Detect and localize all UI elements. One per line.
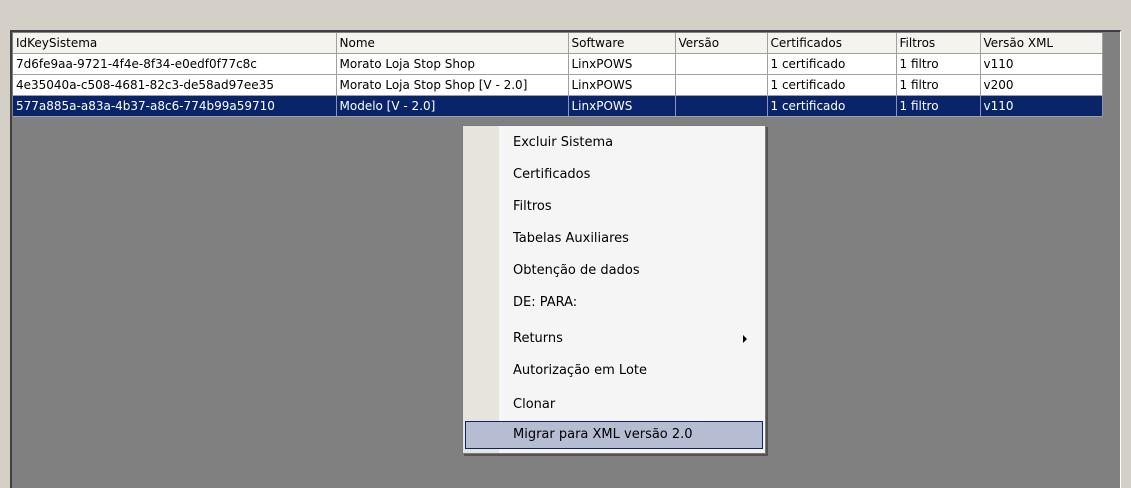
cell-versao-xml[interactable]: v200 — [980, 74, 1103, 96]
cell-idkeysistema[interactable]: 577a885a-a83a-4b37-a8c6-774b99a59710 — [13, 95, 337, 117]
menu-item-clonar[interactable]: Clonar — [465, 391, 763, 419]
menu-item-returns[interactable]: Returns — [465, 325, 763, 353]
window-top-area — [0, 0, 1131, 30]
cell-software[interactable]: LinxPOWS — [568, 95, 676, 117]
context-menu: Excluir Sistema Certificados Filtros Tab… — [462, 125, 766, 454]
cell-idkeysistema[interactable]: 7d6fe9aa-9721-4f4e-8f34-e0edf0f77c8c — [13, 53, 337, 75]
column-header-certificados[interactable]: Certificados — [767, 33, 897, 54]
menu-item-autorizacao-em-lote[interactable]: Autorização em Lote — [465, 357, 763, 385]
cell-filtros[interactable]: 1 filtro — [896, 95, 981, 117]
menu-item-excluir-sistema[interactable]: Excluir Sistema — [465, 129, 763, 157]
menu-item-returns-label: Returns — [513, 331, 563, 346]
cell-nome[interactable]: Morato Loja Stop Shop — [336, 53, 569, 75]
column-header-nome[interactable]: Nome — [336, 33, 569, 54]
cell-nome[interactable]: Modelo [V - 2.0] — [336, 95, 569, 117]
column-header-versao-xml[interactable]: Versão XML — [980, 33, 1103, 54]
cell-certificados[interactable]: 1 certificado — [767, 53, 897, 75]
cell-certificados[interactable]: 1 certificado — [767, 74, 897, 96]
submenu-arrow-icon — [743, 335, 747, 343]
column-header-versao[interactable]: Versão — [675, 33, 768, 54]
column-header-filtros[interactable]: Filtros — [896, 33, 981, 54]
menu-item-migrar-xml[interactable]: Migrar para XML versão 2.0 — [465, 421, 763, 449]
table-row-selected[interactable]: 577a885a-a83a-4b37-a8c6-774b99a59710 Mod… — [13, 95, 1103, 117]
menu-item-filtros[interactable]: Filtros — [465, 193, 763, 221]
cell-idkeysistema[interactable]: 4e35040a-c508-4681-82c3-de58ad97ee35 — [13, 74, 337, 96]
cell-nome[interactable]: Morato Loja Stop Shop [V - 2.0] — [336, 74, 569, 96]
table-row[interactable]: 4e35040a-c508-4681-82c3-de58ad97ee35 Mor… — [13, 74, 1103, 96]
cell-versao[interactable] — [675, 95, 768, 117]
menu-item-tabelas-auxiliares[interactable]: Tabelas Auxiliares — [465, 225, 763, 253]
cell-filtros[interactable]: 1 filtro — [896, 74, 981, 96]
table-row[interactable]: 7d6fe9aa-9721-4f4e-8f34-e0edf0f77c8c Mor… — [13, 53, 1103, 75]
header-row: IdKeySistema Nome Software Versão Certif… — [13, 33, 1103, 54]
cell-filtros[interactable]: 1 filtro — [896, 53, 981, 75]
column-header-idkeysistema[interactable]: IdKeySistema — [13, 33, 337, 54]
cell-versao-xml[interactable]: v110 — [980, 53, 1103, 75]
systems-table: IdKeySistema Nome Software Versão Certif… — [13, 33, 1103, 117]
menu-item-de-para[interactable]: DE: PARA: — [465, 289, 763, 317]
cell-versao[interactable] — [675, 53, 768, 75]
menu-item-obtencao-de-dados[interactable]: Obtenção de dados — [465, 257, 763, 285]
column-header-software[interactable]: Software — [568, 33, 676, 54]
menu-item-certificados[interactable]: Certificados — [465, 161, 763, 189]
cell-versao[interactable] — [675, 74, 768, 96]
cell-versao-xml[interactable]: v110 — [980, 95, 1103, 117]
cell-software[interactable]: LinxPOWS — [568, 53, 676, 75]
cell-certificados[interactable]: 1 certificado — [767, 95, 897, 117]
cell-software[interactable]: LinxPOWS — [568, 74, 676, 96]
